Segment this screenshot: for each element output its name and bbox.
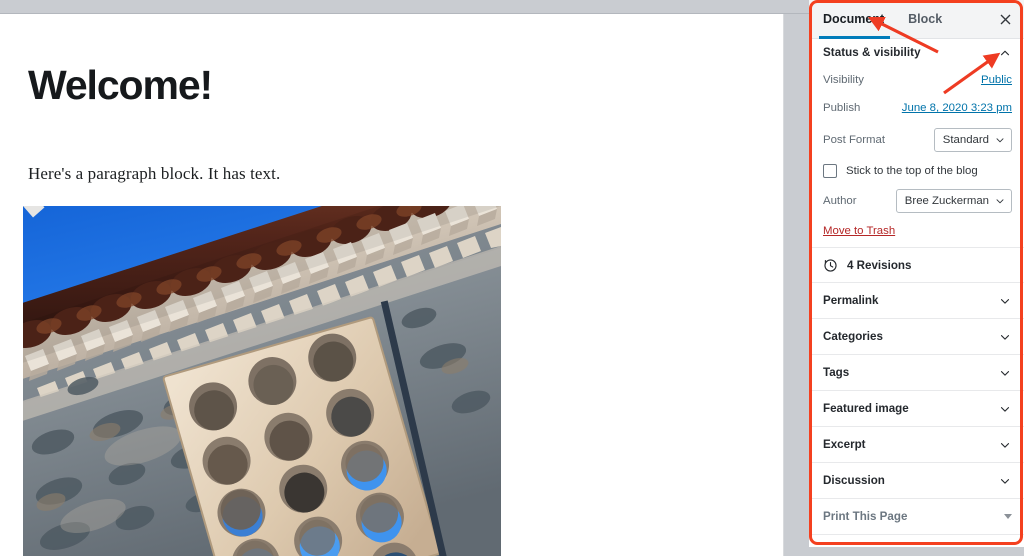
- panel-categories: Categories: [809, 319, 1024, 355]
- post-format-label: Post Format: [823, 134, 886, 146]
- tab-document[interactable]: Document: [809, 0, 894, 39]
- panel-excerpt-title: Excerpt: [823, 438, 866, 451]
- panel-categories-header[interactable]: Categories: [809, 319, 1024, 354]
- visibility-row: Visibility Public: [809, 66, 1024, 94]
- sidebar-tabbar: Document Block: [809, 0, 1024, 39]
- image-block[interactable]: [23, 206, 501, 556]
- move-to-trash-row: Move to Trash: [809, 218, 1024, 247]
- tab-block-label: Block: [908, 12, 943, 26]
- panel-excerpt-header[interactable]: Excerpt: [809, 427, 1024, 462]
- author-row: Author Bree Zuckerman: [809, 184, 1024, 218]
- close-icon: [1000, 14, 1010, 24]
- chevron-down-icon[interactable]: [998, 366, 1012, 380]
- sticky-post-label: Stick to the top of the blog: [846, 165, 978, 177]
- post-format-row: Post Format Standard: [809, 122, 1024, 158]
- tabbar-spacer: [952, 0, 986, 38]
- post-format-value: Standard: [942, 134, 989, 146]
- visibility-value-link[interactable]: Public: [981, 74, 1012, 86]
- document-settings-sidebar: Document Block Status & visibility Visib…: [809, 0, 1024, 547]
- author-label: Author: [823, 195, 857, 207]
- panel-featured-image-title: Featured image: [823, 402, 909, 415]
- chevron-down-icon: [996, 138, 1004, 143]
- building-photo: [23, 206, 501, 556]
- chevron-down-icon[interactable]: [998, 330, 1012, 344]
- sticky-post-checkbox[interactable]: [823, 164, 837, 178]
- chevron-down-icon[interactable]: [998, 402, 1012, 416]
- panel-status-visibility-header[interactable]: Status & visibility: [809, 39, 1024, 66]
- publish-label: Publish: [823, 102, 861, 114]
- panel-revisions: 4 Revisions: [809, 248, 1024, 283]
- panel-featured-image-header[interactable]: Featured image: [809, 391, 1024, 426]
- panel-discussion-title: Discussion: [823, 474, 885, 487]
- panel-tags-title: Tags: [823, 366, 850, 379]
- panel-featured-image: Featured image: [809, 391, 1024, 427]
- panel-print-this-page: Print This Page: [809, 499, 1024, 535]
- tab-document-label: Document: [823, 12, 885, 26]
- backup-clock-icon: [824, 258, 837, 272]
- panel-excerpt: Excerpt: [809, 427, 1024, 463]
- panel-discussion: Discussion: [809, 463, 1024, 499]
- close-settings-button[interactable]: [986, 0, 1024, 38]
- panel-status-visibility: Status & visibility Visibility Public Pu…: [809, 39, 1024, 248]
- panel-status-visibility-title: Status & visibility: [823, 46, 921, 59]
- author-select[interactable]: Bree Zuckerman: [895, 189, 1012, 213]
- panel-categories-title: Categories: [823, 330, 883, 343]
- caret-down-icon[interactable]: [1004, 514, 1012, 519]
- revisions-link[interactable]: 4 Revisions: [809, 248, 1024, 282]
- visibility-label: Visibility: [823, 74, 864, 86]
- post-paragraph-block[interactable]: Here's a paragraph block. It has text.: [28, 164, 280, 184]
- panel-tags: Tags: [809, 355, 1024, 391]
- panel-print-this-page-title: Print This Page: [823, 510, 908, 523]
- chevron-down-icon: [996, 199, 1004, 204]
- panel-print-this-page-header[interactable]: Print This Page: [809, 499, 1024, 534]
- post-title-heading[interactable]: Welcome!: [28, 62, 213, 109]
- chevron-down-icon[interactable]: [998, 474, 1012, 488]
- sticky-post-row: Stick to the top of the blog: [809, 158, 1024, 184]
- panel-permalink: Permalink: [809, 283, 1024, 319]
- chevron-down-icon[interactable]: [998, 294, 1012, 308]
- panel-permalink-title: Permalink: [823, 294, 879, 307]
- revisions-label: 4 Revisions: [847, 258, 912, 272]
- wordpress-block-editor: Welcome! Here's a paragraph block. It ha…: [0, 0, 1024, 556]
- panel-discussion-header[interactable]: Discussion: [809, 463, 1024, 498]
- publish-date-link[interactable]: June 8, 2020 3:23 pm: [902, 102, 1012, 114]
- move-to-trash-button[interactable]: Move to Trash: [823, 225, 895, 237]
- editor-canvas[interactable]: Welcome! Here's a paragraph block. It ha…: [0, 14, 784, 556]
- chevron-up-icon[interactable]: [998, 46, 1012, 60]
- author-value: Bree Zuckerman: [904, 195, 989, 207]
- tab-block[interactable]: Block: [894, 0, 952, 38]
- panel-permalink-header[interactable]: Permalink: [809, 283, 1024, 318]
- panel-tags-header[interactable]: Tags: [809, 355, 1024, 390]
- chevron-down-icon[interactable]: [998, 438, 1012, 452]
- publish-row: Publish June 8, 2020 3:23 pm: [809, 94, 1024, 122]
- post-format-select[interactable]: Standard: [933, 128, 1012, 152]
